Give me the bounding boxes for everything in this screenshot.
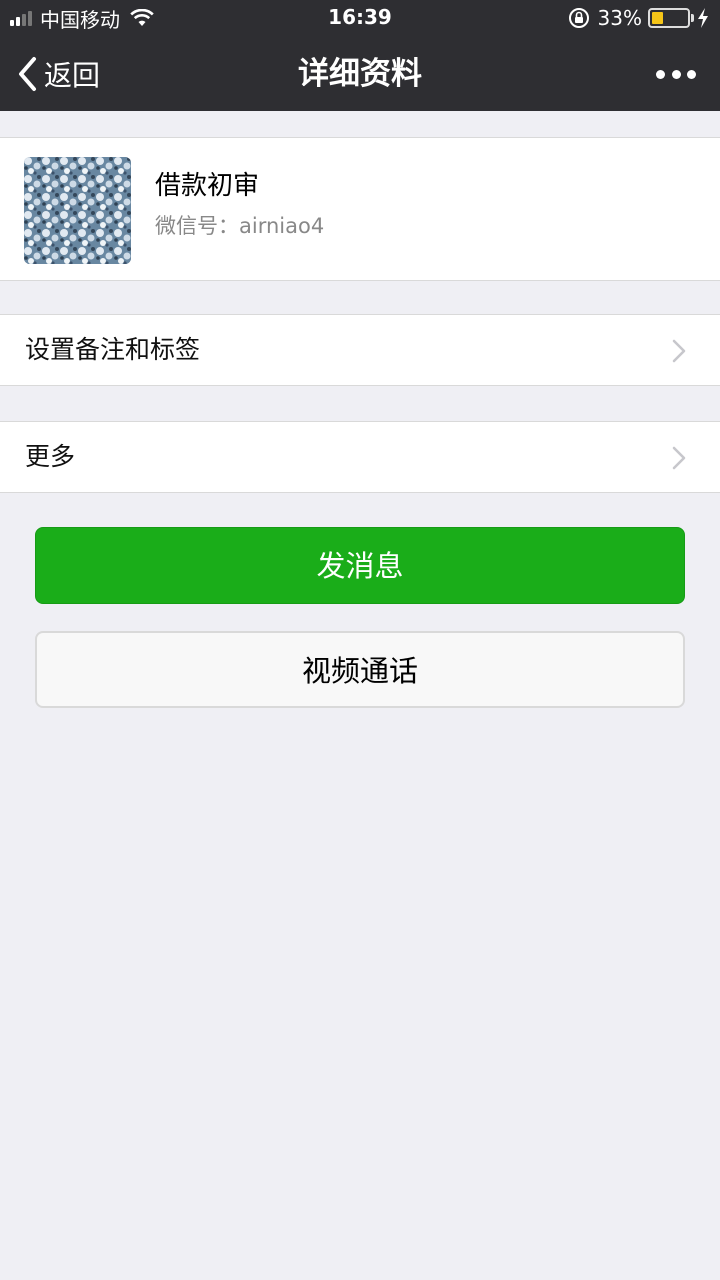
contact-name: 借款初审	[155, 171, 260, 201]
nav-bar: 返回 详细资料	[0, 36, 720, 111]
page-title: 详细资料	[298, 56, 422, 92]
top-bar: 中国移动 16:39 33% 返回 详细资料	[0, 0, 720, 111]
back-label: 返回	[44, 59, 101, 92]
charging-bolt-icon	[698, 8, 708, 28]
more-label: 更多	[25, 442, 76, 471]
battery-fill	[652, 12, 664, 24]
ellipsis-icon	[656, 69, 665, 79]
video-call-button[interactable]: 视频通话	[35, 631, 685, 708]
status-bar: 中国移动 16:39 33%	[0, 0, 720, 36]
chevron-right-icon	[672, 446, 686, 470]
set-remark-tags-row[interactable]: 设置备注和标签	[0, 314, 720, 386]
profile-card: 借款初审 微信号：airniao4	[0, 137, 720, 281]
chevron-left-icon	[19, 57, 36, 91]
avatar[interactable]	[24, 157, 131, 264]
status-right: 33%	[568, 5, 710, 31]
send-message-button[interactable]: 发消息	[35, 527, 685, 604]
back-button[interactable]: 返回	[16, 54, 100, 94]
more-options-button[interactable]	[656, 64, 696, 84]
chevron-right-icon	[672, 339, 686, 363]
frost-texture-avatar	[24, 157, 131, 264]
battery-percent: 33%	[597, 6, 642, 30]
wechat-id: 微信号：airniao4	[155, 214, 325, 238]
more-row[interactable]: 更多	[0, 421, 720, 493]
set-remark-tags-label: 设置备注和标签	[25, 335, 201, 364]
rotation-lock-icon	[568, 8, 589, 28]
battery-icon	[648, 8, 694, 28]
